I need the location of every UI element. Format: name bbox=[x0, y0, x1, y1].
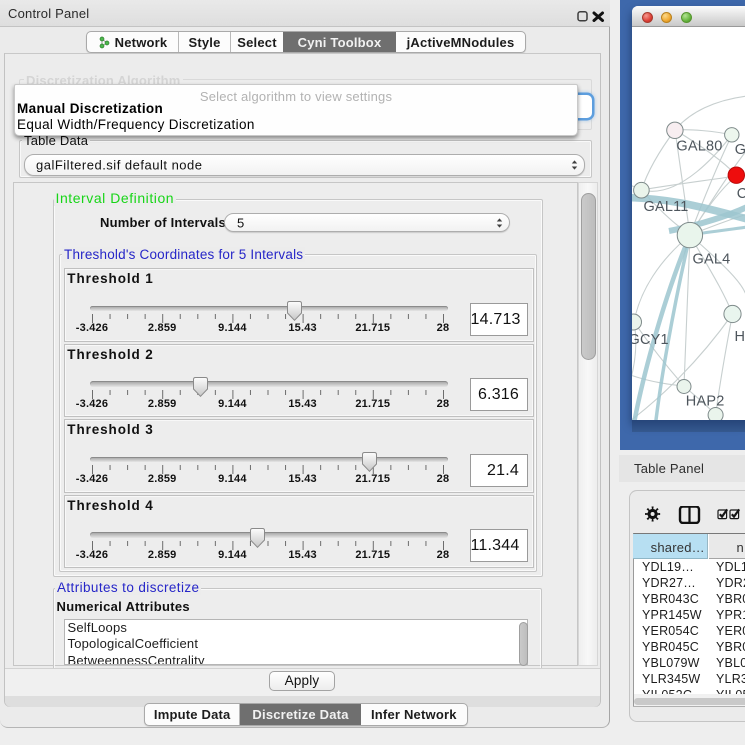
svg-text:GCY1: GCY1 bbox=[632, 332, 669, 348]
svg-text:GAL80: GAL80 bbox=[676, 139, 722, 155]
svg-text:GAL11: GAL11 bbox=[644, 199, 689, 215]
svg-text:HAP2: HAP2 bbox=[686, 394, 725, 410]
svg-text:C: C bbox=[737, 186, 745, 202]
svg-text:H: H bbox=[735, 329, 745, 345]
svg-text:GA: GA bbox=[735, 142, 745, 158]
svg-text:GAL4: GAL4 bbox=[693, 252, 731, 268]
